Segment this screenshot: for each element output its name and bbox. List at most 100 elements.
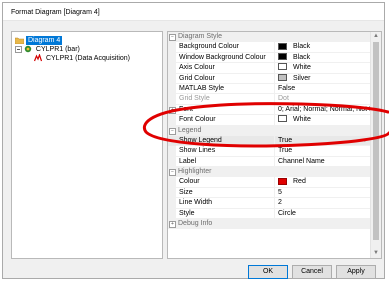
collapse-icon[interactable]: − — [169, 34, 176, 41]
property-name: Grid Style — [176, 94, 275, 105]
tree-item-cylpr1-bar[interactable]: CYLPR1 (bar) — [15, 45, 82, 54]
tree-item-cylpr1-data-acquisition[interactable]: CYLPR1 (Data Acquisition) — [33, 53, 132, 65]
property-value[interactable]: True ⌵ — [275, 135, 371, 147]
color-swatch — [278, 73, 287, 81]
property-value[interactable]: 0; Arial; Normal; Normal; Not I — [275, 105, 371, 116]
property-show-lines[interactable]: Show Lines True — [168, 146, 371, 157]
property-value[interactable]: White — [275, 115, 371, 126]
row-gutter — [168, 73, 176, 84]
property-rows: − Diagram Style Background Colour Black … — [168, 32, 371, 230]
color-swatch — [278, 52, 287, 60]
row-gutter — [168, 115, 176, 126]
property-matlab-style[interactable]: MATLAB Style False — [168, 83, 371, 95]
tree-item-label: CYLPR1 (bar) — [35, 46, 80, 53]
row-gutter — [168, 63, 176, 74]
property-value[interactable]: Silver — [275, 73, 371, 84]
diagram-tree[interactable]: Diagram 4 CYLPR1 (bar) CYLPR1 (Data Acqu… — [11, 31, 163, 259]
row-gutter — [168, 42, 176, 53]
property-colour[interactable]: Colour Red — [168, 177, 371, 188]
property-value[interactable]: Channel Name — [275, 157, 371, 168]
cancel-button[interactable]: Cancel — [292, 265, 332, 279]
tree-item-diagram-4[interactable]: Diagram 4 — [15, 36, 63, 45]
row-gutter — [168, 187, 176, 199]
color-swatch — [278, 177, 287, 185]
property-name: Font Colour — [176, 115, 275, 126]
data-acquisition-icon — [33, 53, 43, 65]
property-name: Colour — [176, 177, 275, 188]
property-line-width[interactable]: Line Width 2 — [168, 198, 371, 209]
property-value-text: White — [293, 116, 311, 124]
expand-icon[interactable]: + — [169, 106, 176, 114]
category-diagram-style[interactable]: − Diagram Style — [168, 32, 371, 43]
color-swatch — [278, 115, 287, 123]
property-value-text: Red — [293, 178, 306, 186]
property-show-legend[interactable]: Show Legend True ⌵ — [168, 135, 371, 147]
property-name: Window Background Colour — [176, 52, 275, 64]
property-value-text: Silver — [293, 74, 311, 82]
category-label: Legend — [178, 126, 202, 134]
property-grid[interactable]: − Diagram Style Background Colour Black … — [167, 31, 382, 259]
property-style[interactable]: Style Circle — [168, 208, 371, 220]
row-gutter — [168, 94, 176, 105]
row-gutter — [168, 208, 176, 220]
property-label[interactable]: Label Channel Name — [168, 156, 371, 168]
property-axis-colour[interactable]: Axis Colour White — [168, 63, 371, 74]
property-font[interactable]: + Font 0; Arial; Normal; Normal; Not I — [168, 104, 371, 116]
vertical-scrollbar[interactable]: ▲ ▼ — [370, 32, 381, 258]
property-grid-colour[interactable]: Grid Colour Silver — [168, 73, 371, 84]
property-value[interactable]: Dot — [275, 94, 371, 105]
property-font-colour[interactable]: Font Colour White — [168, 115, 371, 126]
format-diagram-dialog: Format Diagram [Diagram 4] Diagram 4 CYL… — [2, 2, 385, 279]
property-name: Grid Colour — [176, 73, 275, 84]
row-gutter — [168, 156, 176, 168]
property-value[interactable]: 2 — [275, 198, 371, 209]
bar-chart-icon — [24, 45, 32, 56]
color-swatch — [278, 42, 287, 50]
category-legend[interactable]: − Legend — [168, 125, 371, 136]
category-highlighter[interactable]: − Highlighter — [168, 167, 371, 178]
collapse-icon[interactable]: − — [169, 127, 176, 135]
row-gutter — [168, 135, 176, 147]
title-bar: Format Diagram [Diagram 4] — [3, 3, 384, 21]
ok-button[interactable]: OK — [248, 265, 288, 279]
property-grid-style[interactable]: Grid Style Dot — [168, 94, 371, 105]
property-name: Background Colour — [176, 42, 275, 53]
scroll-down-icon[interactable]: ▼ — [371, 249, 381, 258]
color-swatch — [278, 63, 287, 71]
property-name: Line Width — [176, 198, 275, 209]
property-value[interactable]: White — [275, 63, 371, 74]
scrollbar-thumb[interactable] — [373, 42, 379, 240]
property-name: Show Lines — [176, 146, 275, 157]
property-value[interactable]: True — [275, 146, 371, 157]
property-value[interactable]: Red — [275, 177, 371, 188]
property-value[interactable]: 5 — [275, 188, 371, 199]
property-name: MATLAB Style — [176, 83, 275, 95]
property-name: Font — [176, 104, 275, 116]
window-title: Format Diagram [Diagram 4] — [11, 9, 100, 16]
scroll-up-icon[interactable]: ▲ — [371, 32, 381, 41]
collapse-icon[interactable] — [15, 46, 22, 53]
property-value[interactable]: Black — [275, 52, 371, 64]
property-value-text: True — [278, 136, 293, 144]
row-gutter — [168, 177, 176, 188]
apply-button[interactable]: Apply — [336, 265, 376, 279]
property-value-text: White — [293, 64, 311, 72]
collapse-icon[interactable]: − — [169, 169, 176, 177]
property-name: Label — [176, 156, 275, 168]
property-name: Show Legend — [176, 135, 275, 147]
category-debug-info[interactable]: + Debug Info — [168, 219, 371, 230]
row-gutter — [168, 83, 176, 95]
category-label: Diagram Style — [178, 33, 222, 40]
row-gutter — [168, 52, 176, 64]
expand-icon[interactable]: + — [169, 221, 176, 229]
chevron-down-icon[interactable]: ⌵ — [362, 136, 367, 145]
property-size[interactable]: Size 5 — [168, 187, 371, 199]
tree-item-label: CYLPR1 (Data Acquisition) — [45, 55, 130, 62]
property-window-background-colour[interactable]: Window Background Colour Black — [168, 52, 371, 64]
row-gutter — [168, 146, 176, 157]
property-value[interactable]: Black — [275, 42, 371, 53]
property-value[interactable]: Circle — [275, 209, 371, 220]
property-value[interactable]: False — [275, 84, 371, 95]
folder-icon — [15, 37, 24, 44]
property-background-colour[interactable]: Background Colour Black — [168, 42, 371, 53]
